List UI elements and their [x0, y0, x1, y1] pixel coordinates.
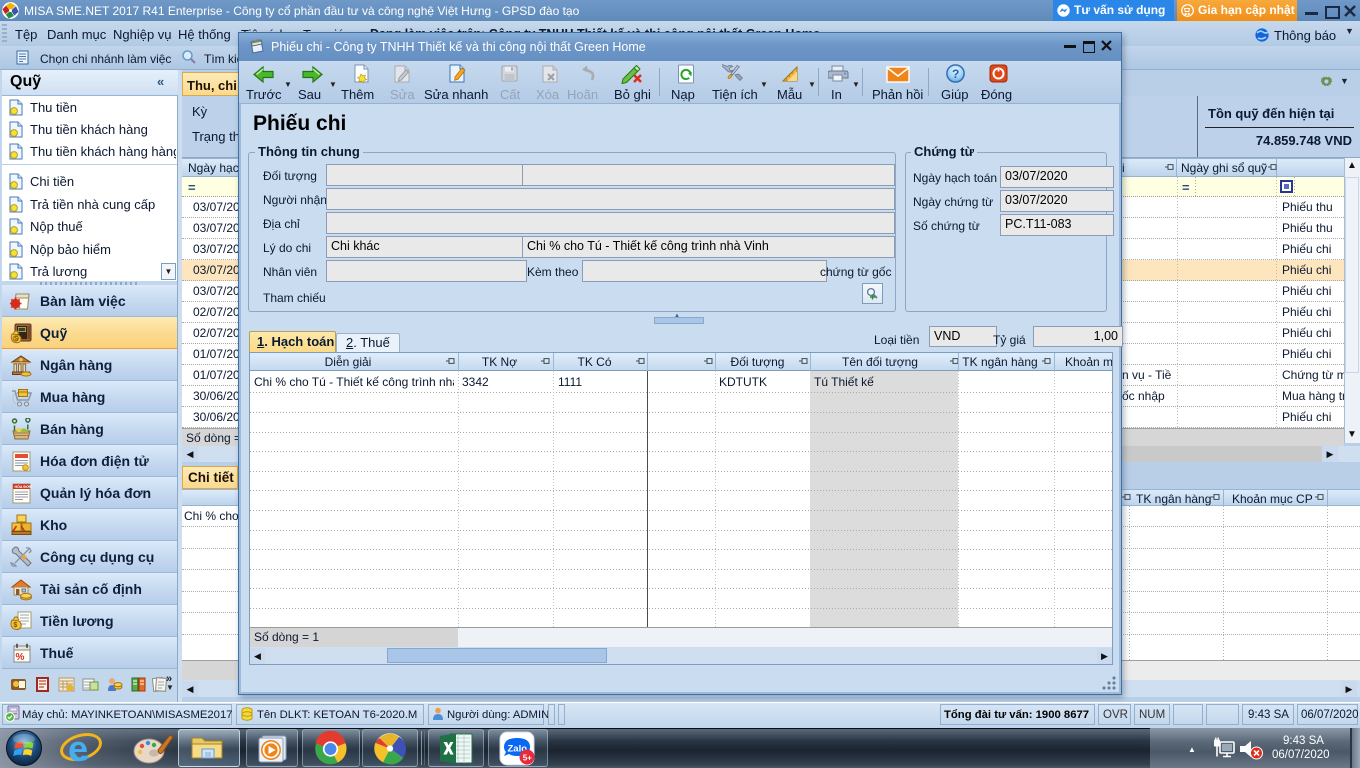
svg-text:?: ? — [952, 67, 959, 81]
svg-text:$: $ — [13, 622, 17, 629]
svg-text:HÓA ĐƠN: HÓA ĐƠN — [15, 484, 33, 489]
svg-text:S: S — [14, 337, 18, 343]
svg-text:e: e — [68, 730, 88, 767]
svg-text:5+: 5+ — [523, 754, 532, 763]
svg-text:%: % — [16, 652, 25, 663]
